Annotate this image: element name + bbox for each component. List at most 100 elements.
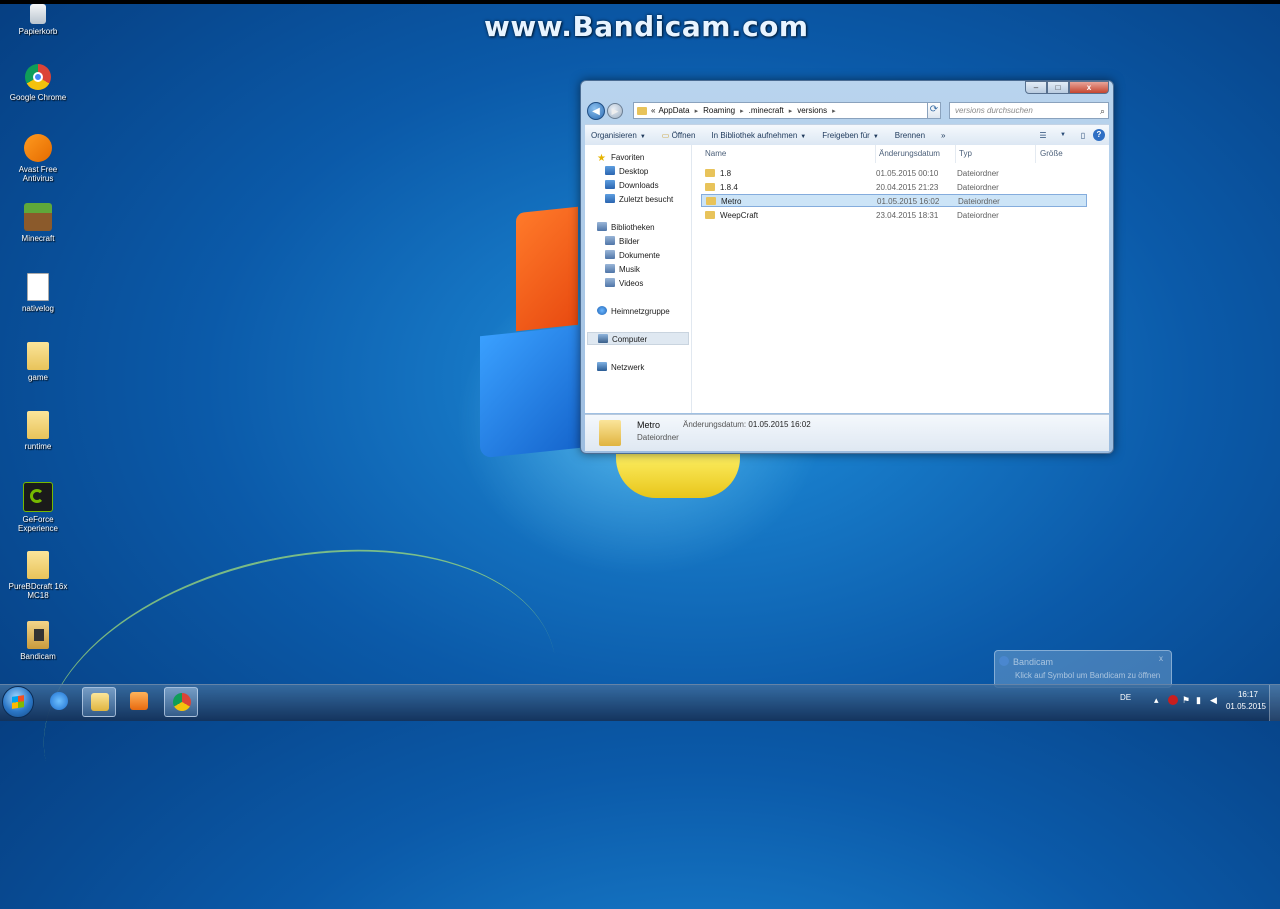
breadcrumb-appdata[interactable]: AppData bbox=[658, 106, 689, 115]
desktop-icon-recycle-bin[interactable]: Papierkorb bbox=[3, 4, 73, 36]
recycle-bin-icon bbox=[30, 4, 46, 24]
taskbar-chrome[interactable] bbox=[164, 687, 198, 717]
homegroup-icon bbox=[597, 306, 607, 315]
breadcrumb-versions[interactable]: versions bbox=[797, 106, 827, 115]
language-indicator[interactable]: DE bbox=[1120, 693, 1131, 702]
taskbar-internet-explorer[interactable] bbox=[42, 687, 76, 717]
breadcrumb-minecraft[interactable]: .minecraft bbox=[749, 106, 784, 115]
downloads-icon bbox=[605, 180, 615, 189]
column-header-type[interactable]: Typ bbox=[959, 149, 972, 158]
videos-icon bbox=[605, 278, 615, 287]
chevron-down-icon[interactable]: ▼ bbox=[1056, 132, 1070, 138]
nav-homegroup[interactable]: Heimnetzgruppe bbox=[597, 305, 703, 318]
chevron-down-icon: ▼ bbox=[800, 133, 807, 140]
bandicam-notification[interactable]: Bandicam Klick auf Symbol um Bandicam zu… bbox=[994, 650, 1172, 688]
window-controls: – □ x bbox=[1025, 81, 1109, 95]
computer-icon bbox=[598, 334, 608, 343]
chevron-down-icon: ▼ bbox=[639, 133, 646, 140]
details-pane: Metro Dateiordner Änderungsdatum: 01.05.… bbox=[585, 414, 1109, 451]
desktop-icon-runtime[interactable]: runtime bbox=[3, 411, 73, 451]
organize-label: Organisieren bbox=[591, 130, 637, 140]
libraries-icon bbox=[597, 222, 607, 231]
desktop-icon-avast[interactable]: Avast Free Antivirus bbox=[3, 134, 73, 183]
minimize-button[interactable]: – bbox=[1025, 81, 1047, 94]
navigation-row: ◀ ▶ « AppData ▸ Roaming ▸ .minecraft ▸ v… bbox=[585, 100, 1109, 122]
breadcrumb-overflow[interactable]: « bbox=[651, 106, 655, 115]
column-header-name[interactable]: Name bbox=[705, 149, 726, 158]
chevron-right-icon[interactable]: ▸ bbox=[789, 107, 793, 115]
explorer-window[interactable]: – □ x ◀ ▶ « AppData ▸ Roaming ▸ .minecra… bbox=[580, 80, 1114, 454]
folder-icon: ▭ bbox=[661, 130, 670, 140]
more-commands-button[interactable]: » bbox=[935, 131, 951, 140]
file-row[interactable]: WeepCraft 23.04.2015 18:31 Dateiordner bbox=[701, 209, 1087, 222]
search-placeholder: versions durchsuchen bbox=[955, 106, 1033, 115]
chrome-icon bbox=[173, 693, 191, 711]
start-button[interactable] bbox=[2, 686, 34, 718]
desktop-icon-minecraft[interactable]: Minecraft bbox=[3, 203, 73, 243]
nav-computer[interactable]: Computer bbox=[587, 332, 689, 345]
nav-label: Videos bbox=[619, 279, 644, 288]
nav-label: Favoriten bbox=[611, 153, 645, 162]
close-button[interactable]: x bbox=[1069, 81, 1109, 94]
chevron-right-icon[interactable]: ▸ bbox=[695, 107, 699, 115]
taskbar-explorer[interactable] bbox=[82, 687, 116, 717]
clock-time[interactable]: 16:17 bbox=[1238, 690, 1258, 699]
breadcrumb-roaming[interactable]: Roaming bbox=[703, 106, 735, 115]
nav-network[interactable]: Netzwerk bbox=[597, 361, 703, 374]
library-button[interactable]: In Bibliothek aufnehmen ▼ bbox=[705, 131, 812, 140]
show-hidden-icons-icon[interactable]: ▴ bbox=[1154, 695, 1164, 705]
content-area: ★ Favoriten Desktop Downloads Zuletzt bes… bbox=[585, 145, 1109, 413]
file-type: Dateiordner bbox=[957, 211, 999, 220]
preview-pane-icon[interactable]: ▯ bbox=[1076, 131, 1090, 140]
desktop-icon-label: Minecraft bbox=[21, 234, 55, 243]
forward-button[interactable]: ▶ bbox=[607, 103, 623, 119]
network-icon bbox=[597, 362, 607, 371]
chevron-right-icon[interactable]: ▸ bbox=[740, 107, 744, 115]
taskbar-media-player[interactable] bbox=[122, 687, 156, 717]
column-header-size[interactable]: Größe bbox=[1040, 149, 1063, 158]
desktop-icon-nativelog[interactable]: nativelog bbox=[3, 273, 73, 313]
column-divider[interactable] bbox=[875, 145, 876, 163]
view-options-icon[interactable]: ☰ bbox=[1036, 131, 1050, 140]
search-input[interactable]: versions durchsuchen ⌕ bbox=[949, 102, 1109, 119]
file-row-selected[interactable]: Metro 01.05.2015 16:02 Dateiordner bbox=[701, 194, 1087, 207]
file-row[interactable]: 1.8.4 20.04.2015 21:23 Dateiordner bbox=[701, 181, 1087, 194]
refresh-button[interactable]: ⟳ bbox=[927, 102, 941, 119]
flag-icon[interactable]: ⚑ bbox=[1182, 695, 1192, 705]
desktop-icon-chrome[interactable]: Google Chrome bbox=[3, 64, 73, 102]
search-icon[interactable]: ⌕ bbox=[1100, 104, 1105, 119]
nav-libraries[interactable]: Bibliotheken bbox=[597, 221, 703, 234]
volume-icon[interactable]: ◀ bbox=[1210, 695, 1220, 705]
burn-button[interactable]: Brennen bbox=[889, 131, 931, 140]
close-icon[interactable]: x bbox=[1159, 654, 1163, 663]
clock-date[interactable]: 01.05.2015 bbox=[1226, 702, 1266, 711]
desktop-icon-label: PureBDcraft 16x MC18 bbox=[8, 582, 68, 600]
share-button[interactable]: Freigeben für ▼ bbox=[816, 131, 885, 140]
organize-button[interactable]: Organisieren ▼ bbox=[585, 131, 652, 140]
back-button[interactable]: ◀ bbox=[587, 102, 605, 120]
desktop-icon-geforce[interactable]: GeForce Experience bbox=[3, 482, 73, 533]
desktop-icon-bandicam[interactable]: Bandicam bbox=[3, 621, 73, 661]
desktop-icon-game[interactable]: game bbox=[3, 342, 73, 382]
help-icon[interactable]: ? bbox=[1093, 129, 1105, 141]
nav-favorites[interactable]: ★ Favoriten bbox=[597, 151, 703, 164]
file-list: Name Änderungsdatum Typ Größe 1.8 01.05.… bbox=[693, 145, 1109, 413]
maximize-button[interactable]: □ bbox=[1047, 81, 1069, 94]
nav-label: Desktop bbox=[619, 167, 649, 176]
chevron-right-icon[interactable]: ▸ bbox=[832, 107, 836, 115]
folder-icon bbox=[706, 197, 716, 205]
nav-label: Zuletzt besucht bbox=[619, 195, 674, 204]
file-row[interactable]: 1.8 01.05.2015 00:10 Dateiordner bbox=[701, 167, 1087, 180]
chevron-down-icon: ▼ bbox=[872, 133, 879, 140]
desktop-icon-purebdcraft[interactable]: PureBDcraft 16x MC18 bbox=[3, 551, 73, 600]
network-icon[interactable]: ▮ bbox=[1196, 695, 1206, 705]
nav-label: Bibliotheken bbox=[611, 223, 655, 232]
column-divider[interactable] bbox=[955, 145, 956, 163]
address-bar[interactable]: « AppData ▸ Roaming ▸ .minecraft ▸ versi… bbox=[633, 102, 939, 119]
show-desktop-button[interactable] bbox=[1269, 685, 1280, 721]
column-divider[interactable] bbox=[1035, 145, 1036, 163]
column-header-date[interactable]: Änderungsdatum bbox=[879, 149, 940, 158]
open-button[interactable]: ▭ Öffnen bbox=[656, 131, 702, 140]
bandicam-record-icon[interactable] bbox=[1168, 695, 1178, 705]
info-icon bbox=[999, 656, 1009, 666]
